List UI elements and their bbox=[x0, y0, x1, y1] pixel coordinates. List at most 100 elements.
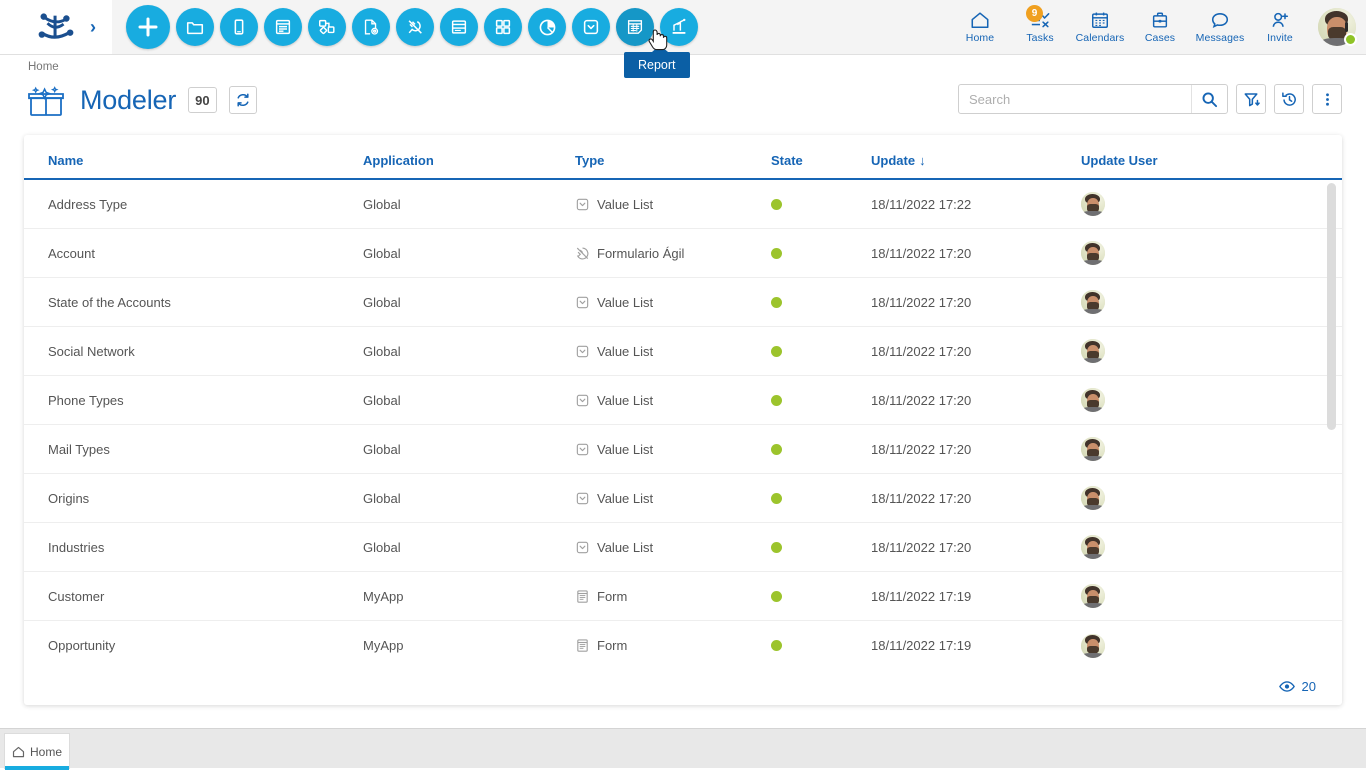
cell-state bbox=[771, 542, 871, 553]
table-row[interactable]: Account Global Formulario Ágil 18/11/202… bbox=[24, 229, 1342, 278]
cell-type-label: Value List bbox=[597, 344, 653, 359]
app-icon-process[interactable] bbox=[308, 8, 346, 46]
avatar bbox=[1081, 339, 1105, 363]
nav-calendars[interactable]: Calendars bbox=[1070, 0, 1130, 55]
agile-form-icon bbox=[575, 246, 590, 261]
cell-type: Value List bbox=[575, 540, 771, 555]
value-list-icon bbox=[575, 442, 590, 457]
app-icon-page-layout[interactable] bbox=[440, 8, 478, 46]
value-list-icon bbox=[575, 393, 590, 408]
cell-update-user bbox=[1081, 241, 1281, 265]
cell-state bbox=[771, 346, 871, 357]
app-icon-dropdown-box[interactable] bbox=[572, 8, 610, 46]
report-icon bbox=[625, 17, 645, 37]
table-row[interactable]: Mail Types Global Value List 18/11/2022 … bbox=[24, 425, 1342, 474]
cell-state bbox=[771, 248, 871, 259]
logo-zone[interactable]: › bbox=[0, 0, 112, 55]
history-button[interactable] bbox=[1274, 84, 1304, 114]
cell-state bbox=[771, 297, 871, 308]
table-row[interactable]: Address Type Global Value List 18/11/202… bbox=[24, 180, 1342, 229]
column-header-name[interactable]: Name bbox=[48, 153, 363, 178]
cell-update-user bbox=[1081, 437, 1281, 461]
table-header-row: Name Application Type State Update ↓ Upd… bbox=[24, 135, 1342, 180]
column-header-update[interactable]: Update ↓ bbox=[871, 153, 1081, 178]
status-dot bbox=[771, 199, 782, 210]
filter-button[interactable] bbox=[1236, 84, 1266, 114]
cell-update-user bbox=[1081, 584, 1281, 608]
table-footer: 20 bbox=[24, 667, 1342, 705]
app-icon-pie-chart[interactable] bbox=[528, 8, 566, 46]
avatar bbox=[1081, 634, 1105, 658]
nav-home[interactable]: Home bbox=[950, 0, 1010, 55]
taskbar-tab-home[interactable]: Home bbox=[4, 733, 70, 769]
table-body: Address Type Global Value List 18/11/202… bbox=[24, 180, 1342, 680]
cell-update: 18/11/2022 17:19 bbox=[871, 589, 1081, 604]
cell-application: Global bbox=[363, 393, 575, 408]
cell-application: Global bbox=[363, 197, 575, 212]
table-row[interactable]: Phone Types Global Value List 18/11/2022… bbox=[24, 376, 1342, 425]
history-icon bbox=[1281, 91, 1298, 108]
cell-application: Global bbox=[363, 344, 575, 359]
user-avatar[interactable] bbox=[1318, 8, 1356, 46]
eye-icon[interactable] bbox=[1279, 680, 1295, 693]
tasks-badge: 9 bbox=[1026, 5, 1043, 22]
nav-invite[interactable]: Invite bbox=[1250, 0, 1310, 55]
add-icon bbox=[137, 16, 159, 38]
nav-home-label: Home bbox=[966, 32, 994, 44]
cell-state bbox=[771, 444, 871, 455]
table-row[interactable]: State of the Accounts Global Value List … bbox=[24, 278, 1342, 327]
column-header-state[interactable]: State bbox=[771, 153, 871, 178]
table-row[interactable]: Social Network Global Value List 18/11/2… bbox=[24, 327, 1342, 376]
refresh-button[interactable] bbox=[229, 86, 257, 114]
column-header-application[interactable]: Application bbox=[363, 153, 575, 178]
cell-type-label: Form bbox=[597, 589, 627, 604]
table-row[interactable]: Industries Global Value List 18/11/2022 … bbox=[24, 523, 1342, 572]
search-box[interactable] bbox=[958, 84, 1228, 114]
table-row[interactable]: Origins Global Value List 18/11/2022 17:… bbox=[24, 474, 1342, 523]
app-icon-add[interactable] bbox=[126, 5, 170, 49]
value-list-icon bbox=[575, 295, 590, 310]
refresh-icon bbox=[235, 92, 251, 108]
app-icon-form-list[interactable] bbox=[264, 8, 302, 46]
sort-arrow-icon: ↓ bbox=[919, 153, 926, 168]
table-vertical-scrollbar[interactable] bbox=[1327, 183, 1336, 430]
app-icon-mobile[interactable] bbox=[220, 8, 258, 46]
nav-cases[interactable]: Cases bbox=[1130, 0, 1190, 55]
column-header-type[interactable]: Type bbox=[575, 153, 771, 178]
cell-application: Global bbox=[363, 540, 575, 555]
table-row[interactable]: Opportunity MyApp Form 18/11/2022 17:19 bbox=[24, 621, 1342, 670]
user-add-icon bbox=[1269, 10, 1291, 30]
search-input[interactable] bbox=[959, 85, 1191, 113]
status-dot bbox=[771, 640, 782, 651]
app-icon-folder[interactable] bbox=[176, 8, 214, 46]
status-dot bbox=[771, 297, 782, 308]
cell-update-user bbox=[1081, 486, 1281, 510]
more-options-button[interactable] bbox=[1312, 84, 1342, 114]
process-icon bbox=[317, 17, 337, 37]
value-list-icon bbox=[575, 491, 590, 506]
briefcase-icon bbox=[1149, 10, 1171, 30]
cell-name: Social Network bbox=[48, 344, 363, 359]
breadcrumb[interactable]: Home bbox=[28, 61, 59, 73]
right-nav: Home 9 Tasks bbox=[950, 0, 1366, 55]
status-dot bbox=[771, 346, 782, 357]
app-icon-grid[interactable] bbox=[484, 8, 522, 46]
table-row[interactable]: Customer MyApp Form 18/11/2022 17:19 bbox=[24, 572, 1342, 621]
column-header-update-user[interactable]: Update User bbox=[1081, 153, 1281, 178]
dropdown-box-icon bbox=[581, 17, 601, 37]
app-icon-doc-config[interactable] bbox=[352, 8, 390, 46]
nav-tasks[interactable]: 9 Tasks bbox=[1010, 0, 1070, 55]
sidebar-expand-chevron-icon[interactable]: › bbox=[90, 18, 96, 36]
cell-update-user bbox=[1081, 388, 1281, 412]
search-button[interactable] bbox=[1191, 84, 1227, 114]
avatar bbox=[1081, 241, 1105, 265]
nav-invite-label: Invite bbox=[1267, 32, 1293, 44]
cell-type: Form bbox=[575, 589, 771, 604]
app-icon-plug[interactable] bbox=[396, 8, 434, 46]
cell-update: 18/11/2022 17:20 bbox=[871, 491, 1081, 506]
filter-down-icon bbox=[1243, 91, 1260, 108]
value-list-icon bbox=[575, 540, 590, 555]
cell-update: 18/11/2022 17:20 bbox=[871, 295, 1081, 310]
nav-messages[interactable]: Messages bbox=[1190, 0, 1250, 55]
chat-icon bbox=[1209, 10, 1231, 30]
